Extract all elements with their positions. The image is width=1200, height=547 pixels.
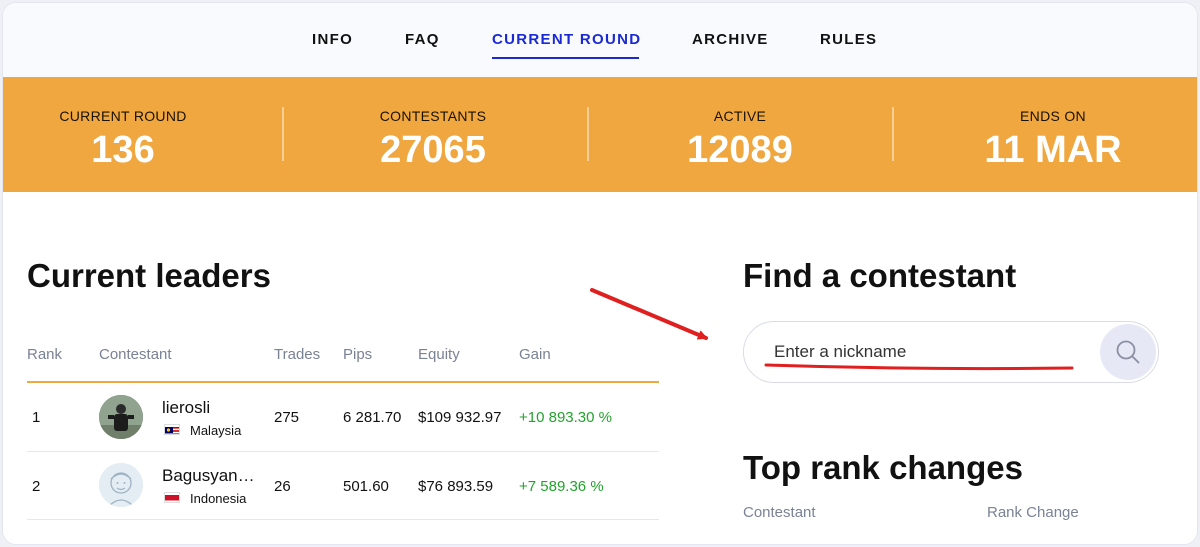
col-gain: Gain <box>519 346 551 363</box>
leaders-title: Current leaders <box>27 257 271 294</box>
stat-current-round: CURRENT ROUND 136 <box>23 77 223 192</box>
top-rank-changes-title: Top rank changes <box>743 449 1023 486</box>
header-divider <box>27 381 659 383</box>
stat-label: ENDS ON <box>1020 108 1086 124</box>
rank-cell: 2 <box>32 478 41 495</box>
nav-active-underline <box>492 57 639 59</box>
stat-label: CURRENT ROUND <box>59 108 187 124</box>
col-rank-change: Rank Change <box>987 504 1079 521</box>
stat-value: 11 MAR <box>984 129 1122 171</box>
nav-current-round[interactable]: CURRENT ROUND <box>492 31 641 48</box>
nav-rules[interactable]: RULES <box>820 31 877 48</box>
col-contestant: Contestant <box>99 346 172 363</box>
stat-divider <box>892 107 894 161</box>
stat-contestants: CONTESTANTS 27065 <box>333 77 533 192</box>
nav-info[interactable]: INFO <box>312 31 353 48</box>
stat-label: ACTIVE <box>713 108 767 124</box>
col-equity: Equity <box>418 346 460 363</box>
stat-value: 136 <box>91 129 155 171</box>
indonesia-flag-icon <box>164 492 180 503</box>
gain-cell: +10 893.30 % <box>519 409 612 426</box>
pips-cell: 6 281.70 <box>343 409 402 426</box>
stat-ends-on: ENDS ON 11 MAR <box>933 77 1173 192</box>
stat-label: CONTESTANTS <box>379 108 487 124</box>
col-rank: Rank <box>27 346 63 363</box>
top-nav: INFO FAQ CURRENT ROUND ARCHIVE RULES <box>3 3 1197 77</box>
pips-cell: 501.60 <box>343 478 389 495</box>
stat-value: 12089 <box>687 129 793 171</box>
avatar-illustration-icon <box>99 463 143 507</box>
contestant-name[interactable]: lierosli <box>162 398 210 418</box>
row-divider <box>27 451 659 452</box>
find-contestant-title: Find a contestant <box>743 257 1017 294</box>
col-pips: Pips <box>343 346 373 363</box>
nav-archive[interactable]: ARCHIVE <box>692 31 769 48</box>
col-contestant: Contestant <box>743 504 816 521</box>
equity-cell: $109 932.97 <box>418 409 502 426</box>
gain-cell: +7 589.36 % <box>519 478 604 495</box>
rank-cell: 1 <box>32 409 41 426</box>
contestant-name[interactable]: Bagusyan… <box>162 466 255 486</box>
nav-faq[interactable]: FAQ <box>405 31 440 48</box>
contestant-country: Indonesia <box>190 491 247 506</box>
trades-cell: 275 <box>274 409 300 426</box>
nickname-search-input[interactable] <box>774 340 1074 364</box>
col-trades: Trades <box>274 346 321 363</box>
row-divider <box>27 519 659 520</box>
stat-value: 27065 <box>380 129 486 171</box>
equity-cell: $76 893.59 <box>418 478 494 495</box>
page-frame: INFO FAQ CURRENT ROUND ARCHIVE RULES CUR… <box>2 2 1198 545</box>
contestant-country: Malaysia <box>190 423 242 438</box>
search-icon <box>1116 340 1140 364</box>
avatar[interactable] <box>99 463 143 507</box>
stat-active: ACTIVE 12089 <box>640 77 840 192</box>
search-box <box>743 321 1159 383</box>
stat-divider <box>282 107 284 161</box>
malaysia-flag-icon <box>164 424 180 435</box>
stat-divider <box>587 107 589 161</box>
trades-cell: 26 <box>274 478 291 495</box>
avatar-photo-icon <box>99 395 143 439</box>
search-button[interactable] <box>1100 324 1156 380</box>
avatar[interactable] <box>99 395 143 439</box>
round-stats-bar: CURRENT ROUND 136 CONTESTANTS 27065 ACTI… <box>3 77 1197 192</box>
